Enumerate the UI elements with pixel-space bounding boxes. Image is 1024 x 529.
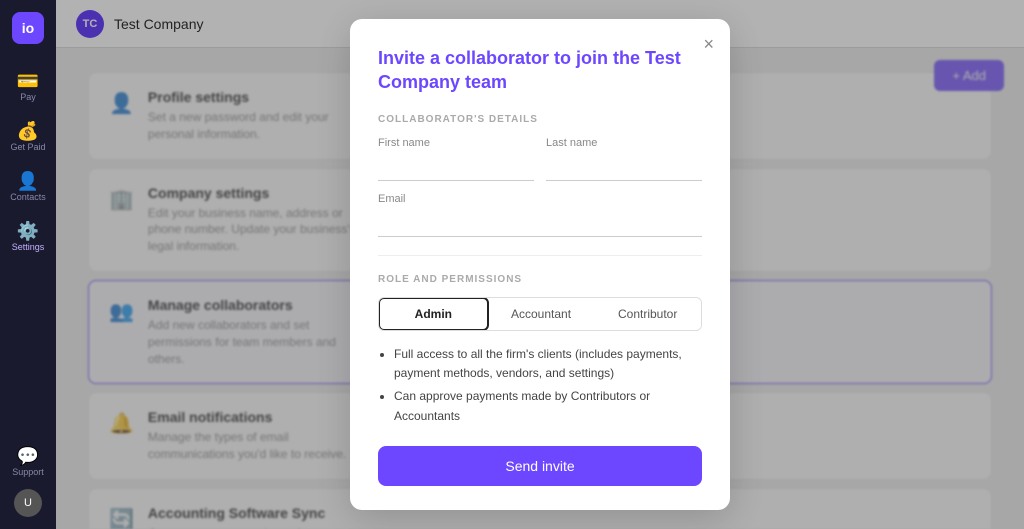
modal-close-button[interactable]: × — [703, 35, 714, 53]
sidebar-item-settings-label: Settings — [12, 242, 45, 252]
modal-title-suffix: team — [460, 72, 507, 92]
role-section-label: ROLE AND PERMISSIONS — [378, 274, 702, 285]
modal-title-prefix: Invite a collaborator to join the — [378, 48, 645, 68]
sidebar: io 💳 Pay 💰 Get Paid 👤 Contacts ⚙️ Settin… — [0, 0, 56, 529]
user-avatar[interactable]: U — [14, 489, 42, 517]
sidebar-item-pay[interactable]: 💳 Pay — [4, 64, 52, 110]
user-avatar-initials: U — [24, 497, 32, 509]
sidebar-item-pay-label: Pay — [20, 92, 36, 102]
settings-icon: ⚙️ — [17, 222, 39, 240]
contacts-icon: 👤 — [17, 172, 39, 190]
send-invite-button[interactable]: Send invite — [378, 446, 702, 486]
permission-item-0: Full access to all the firm's clients (i… — [394, 345, 702, 383]
sidebar-item-support[interactable]: 💬 Support — [4, 439, 52, 485]
role-admin-button[interactable]: Admin — [378, 297, 489, 331]
permissions-list: Full access to all the firm's clients (i… — [378, 345, 702, 426]
email-input[interactable] — [378, 209, 702, 237]
role-accountant-button[interactable]: Accountant — [488, 298, 595, 330]
email-group: Email — [378, 193, 702, 237]
modal-overlay: × Invite a collaborator to join the Test… — [56, 0, 1024, 529]
first-name-group: First name — [378, 137, 534, 181]
sidebar-item-settings[interactable]: ⚙️ Settings — [4, 214, 52, 260]
main-content: TC Test Company + Add 👤 Profile settings… — [56, 0, 1024, 529]
collaborator-section-label: COLLABORATOR'S DETAILS — [378, 114, 702, 125]
modal-title: Invite a collaborator to join the Test C… — [378, 47, 702, 94]
last-name-input[interactable] — [546, 153, 702, 181]
last-name-label: Last name — [546, 137, 702, 149]
pay-icon: 💳 — [17, 72, 39, 90]
first-name-label: First name — [378, 137, 534, 149]
app-logo: io — [12, 12, 44, 44]
get-paid-icon: 💰 — [17, 122, 39, 140]
sidebar-item-get-paid[interactable]: 💰 Get Paid — [4, 114, 52, 160]
last-name-group: Last name — [546, 137, 702, 181]
sidebar-item-contacts-label: Contacts — [10, 192, 46, 202]
email-label: Email — [378, 193, 702, 205]
sidebar-item-get-paid-label: Get Paid — [10, 142, 45, 152]
permission-item-1: Can approve payments made by Contributor… — [394, 387, 702, 425]
form-divider — [378, 255, 702, 256]
sidebar-item-contacts[interactable]: 👤 Contacts — [4, 164, 52, 210]
name-row: First name Last name — [378, 137, 702, 181]
role-selector: Admin Accountant Contributor — [378, 297, 702, 331]
first-name-input[interactable] — [378, 153, 534, 181]
sidebar-item-support-label: Support — [12, 467, 44, 477]
support-icon: 💬 — [17, 447, 39, 465]
role-contributor-button[interactable]: Contributor — [594, 298, 701, 330]
invite-collaborator-modal: × Invite a collaborator to join the Test… — [350, 19, 730, 510]
